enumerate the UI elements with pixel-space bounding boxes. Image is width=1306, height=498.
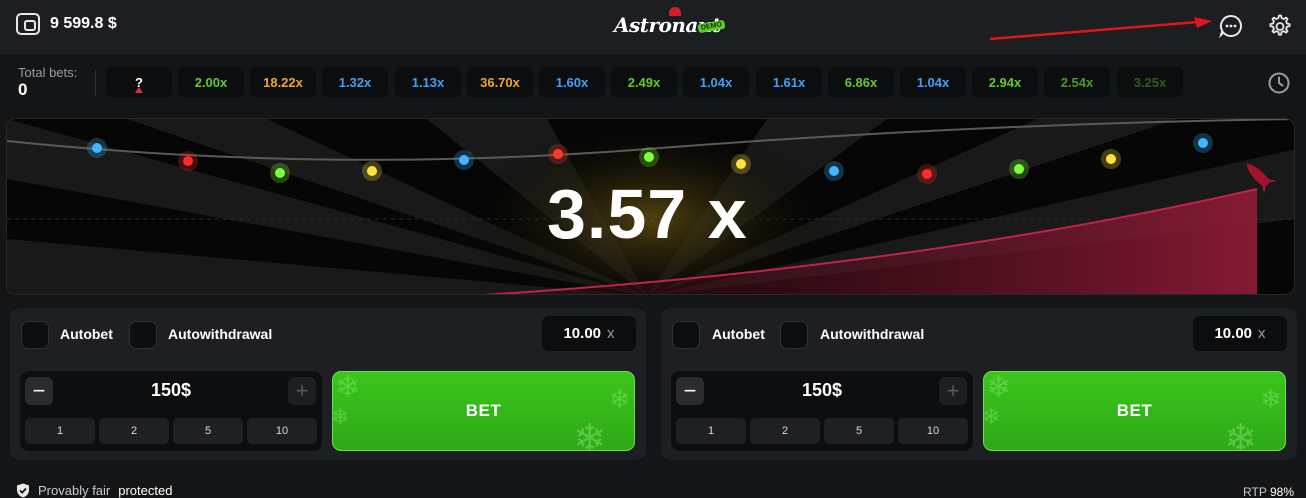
bet-button[interactable]: ❄ ❄ ❄ ❄ BET bbox=[983, 371, 1286, 451]
snowflake-icon: ❄ bbox=[335, 371, 361, 404]
autobet-label: Autobet bbox=[60, 326, 113, 342]
history-multiplier-chip[interactable]: 2.00x bbox=[178, 67, 244, 97]
provably-fair-status: protected bbox=[118, 483, 173, 498]
total-bets-label: Total bets: bbox=[18, 65, 78, 80]
autowithdrawal-suffix: x bbox=[607, 325, 615, 342]
autowithdrawal-input[interactable]: 10.00 x bbox=[542, 316, 636, 351]
autowithdrawal-checkbox[interactable] bbox=[780, 321, 808, 349]
santa-hat-icon bbox=[669, 7, 681, 16]
snowflake-icon: ❄ bbox=[332, 404, 350, 429]
autowithdrawal-value: 10.00 bbox=[1214, 325, 1253, 342]
bet-button[interactable]: ❄ ❄ ❄ ❄ BET bbox=[332, 371, 635, 451]
quick-stake-button[interactable]: 2 bbox=[750, 418, 820, 444]
autobet-label: Autobet bbox=[712, 326, 765, 342]
history-multiplier-chip[interactable]: 1.32x bbox=[322, 67, 388, 97]
bet-panel-1: Autobet Autowithdrawal 10.00 x − 150$ + … bbox=[10, 308, 646, 460]
chat-button[interactable] bbox=[1217, 12, 1245, 40]
history-multiplier-chip[interactable]: 6.86x bbox=[828, 67, 894, 97]
current-multiplier: 3.57 x bbox=[547, 175, 748, 253]
bet-button-label: BET bbox=[1116, 401, 1153, 420]
quick-stake-button[interactable]: 10 bbox=[898, 418, 968, 444]
wallet[interactable]: 9 599.8 $ bbox=[16, 13, 117, 35]
snowflake-icon: ❄ bbox=[986, 371, 1012, 404]
history-multiplier-chip[interactable]: 1.04x bbox=[683, 67, 749, 97]
bet-button-label: BET bbox=[465, 401, 502, 420]
chat-icon bbox=[1219, 14, 1242, 39]
autowithdrawal-label: Autowithdrawal bbox=[168, 326, 273, 342]
multiplier-history-bar: Total bets: 0 ? 2.00x 18.22x 1.32x 1.13x 36.… bbox=[0, 60, 1306, 108]
rtp-label: RTP bbox=[1243, 485, 1267, 498]
footer: Provably fair protected RTP 98% bbox=[0, 480, 1306, 498]
snowflake-icon: ❄ bbox=[609, 384, 632, 414]
shield-check-icon bbox=[17, 483, 29, 498]
snowflake-icon: ❄ bbox=[983, 404, 1001, 429]
balance: 9 599.8 $ bbox=[50, 15, 117, 32]
history-multiplier-chip[interactable]: 36.70x bbox=[467, 67, 533, 97]
history-multiplier-chip[interactable]: 18.22x bbox=[250, 67, 316, 97]
current-round-chip: ? bbox=[106, 67, 172, 97]
snowflake-icon: ❄ bbox=[573, 417, 608, 451]
rtp-value: 98% bbox=[1269, 485, 1294, 498]
top-bar: 9 599.8 $ Astronaut DEMO bbox=[0, 0, 1306, 54]
autobet-checkbox[interactable] bbox=[672, 321, 700, 349]
autobet-checkbox[interactable] bbox=[21, 321, 49, 349]
autowithdrawal-input[interactable]: 10.00 x bbox=[1193, 316, 1287, 351]
history-multiplier-chip[interactable]: 1.60x bbox=[539, 67, 605, 97]
history-multiplier-chip[interactable]: 2.49x bbox=[611, 67, 677, 97]
total-bets-value: 0 bbox=[18, 80, 28, 99]
provably-fair[interactable]: Provably fair protected bbox=[16, 483, 172, 498]
quick-stake-button[interactable]: 2 bbox=[99, 418, 169, 444]
history-multiplier-chip[interactable]: 2.54x bbox=[1044, 67, 1110, 97]
quick-stake-button[interactable]: 5 bbox=[173, 418, 243, 444]
history-multiplier-chip[interactable]: 3.25x bbox=[1117, 67, 1183, 97]
stake-control: − 150$ + 1 2 5 10 bbox=[671, 371, 973, 451]
history-multiplier-chip[interactable]: 2.94x bbox=[972, 67, 1038, 97]
autowithdrawal-value: 10.00 bbox=[563, 325, 602, 342]
history-multiplier-chip[interactable]: 1.61x bbox=[756, 67, 822, 97]
history-icon[interactable] bbox=[1267, 71, 1291, 95]
settings-button[interactable] bbox=[1265, 12, 1293, 40]
autowithdrawal-suffix: x bbox=[1258, 325, 1266, 342]
red-arrow-annotation bbox=[989, 17, 1212, 41]
history-multiplier-chip[interactable]: 1.13x bbox=[395, 67, 461, 97]
quick-stake-button[interactable]: 1 bbox=[25, 418, 95, 444]
snowflake-icon: ❄ bbox=[1260, 384, 1283, 414]
total-bets: Total bets: 0 bbox=[18, 65, 77, 100]
stake-amount[interactable]: 150$ bbox=[20, 380, 322, 401]
provably-fair-label: Provably fair bbox=[38, 483, 111, 498]
stake-amount[interactable]: 150$ bbox=[671, 380, 973, 401]
autowithdrawal-checkbox[interactable] bbox=[129, 321, 157, 349]
current-round-value: ? bbox=[135, 74, 143, 90]
wallet-icon bbox=[16, 13, 40, 35]
bet-panel-2: Autobet Autowithdrawal 10.00 x − 150$ + … bbox=[661, 308, 1297, 460]
divider bbox=[95, 70, 96, 96]
quick-stake-button[interactable]: 10 bbox=[247, 418, 317, 444]
history-multiplier-chip[interactable]: 1.04x bbox=[900, 67, 966, 97]
game-canvas: 3.57 x bbox=[6, 118, 1295, 295]
increase-stake-button[interactable]: + bbox=[288, 377, 316, 405]
autowithdrawal-label: Autowithdrawal bbox=[820, 326, 925, 342]
increase-stake-button[interactable]: + bbox=[939, 377, 967, 405]
snowflake-icon: ❄ bbox=[1224, 417, 1259, 451]
quick-stake-button[interactable]: 5 bbox=[824, 418, 894, 444]
quick-stake-button[interactable]: 1 bbox=[676, 418, 746, 444]
stake-control: − 150$ + 1 2 5 10 bbox=[20, 371, 322, 451]
rtp: RTP 98% bbox=[1243, 485, 1294, 498]
gear-icon bbox=[1269, 14, 1291, 36]
logo: Astronaut DEMO bbox=[614, 7, 726, 39]
